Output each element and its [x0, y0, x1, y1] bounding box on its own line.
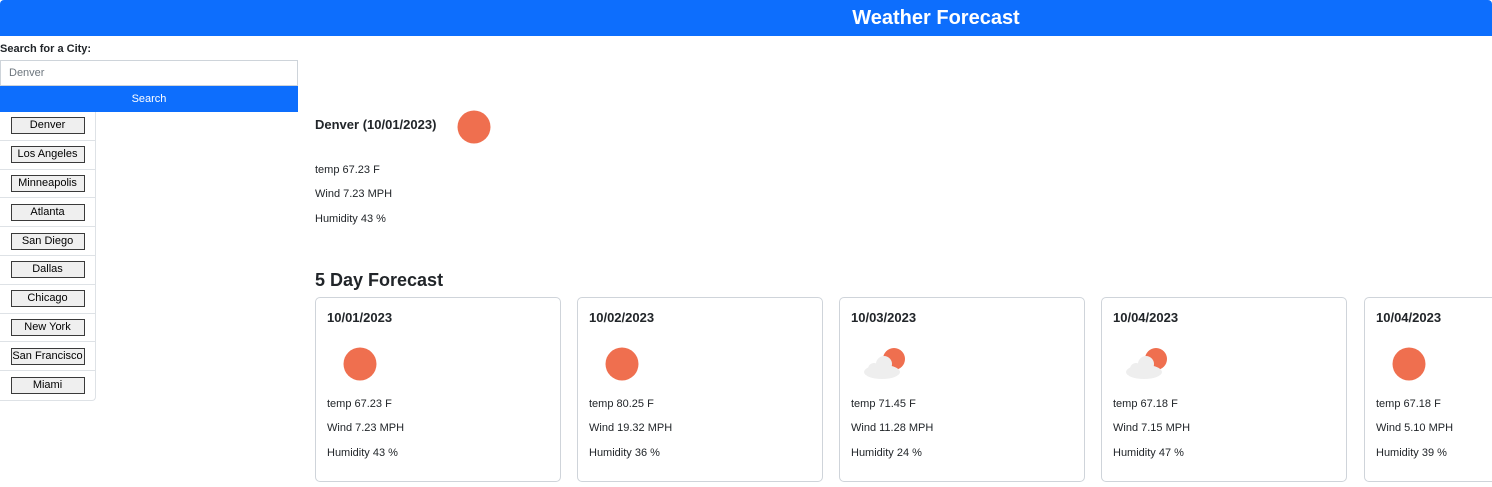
forecast-card: 10/02/2023 temp 80.25 F Wind 19.32 MPH H… [577, 297, 823, 482]
forecast-date: 10/02/2023 [589, 310, 655, 325]
forecast-temp: temp 67.23 F [327, 398, 392, 410]
partly-cloudy-icon [864, 348, 905, 379]
forecast-temp: temp 67.18 F [1113, 398, 1178, 410]
history-button-los-angeles[interactable]: Los Angeles [10, 146, 85, 164]
history-button-dallas[interactable]: Dallas [10, 261, 85, 279]
history-button-new-york[interactable]: New York [10, 318, 85, 336]
history-button-denver[interactable]: Denver [10, 117, 85, 135]
forecast-humidity: Humidity 39 % [1376, 447, 1447, 459]
sun-icon [605, 347, 639, 381]
history-button-san-francisco[interactable]: San Francisco [10, 347, 85, 365]
search-button[interactable]: Search [0, 86, 298, 112]
history-item: New York [0, 314, 95, 343]
partly-cloudy-icon [1126, 348, 1167, 379]
forecast-date: 10/04/2023 [1113, 310, 1179, 325]
history-item: Los Angeles [0, 141, 95, 170]
forecast-humidity: Humidity 36 % [589, 447, 660, 459]
history-button-minneapolis[interactable]: Minneapolis [10, 174, 85, 192]
forecast-wind: Wind 5.10 MPH [1376, 422, 1454, 434]
forecast-temp: temp 80.25 F [589, 398, 654, 410]
history-item: Chicago [0, 285, 95, 314]
forecast-card: 10/04/2023 temp 67.18 F Wind 5.10 MPH Hu… [1364, 297, 1492, 482]
history-item: Atlanta [0, 198, 95, 228]
forecast-date: 10/04/2023 [1376, 310, 1442, 325]
search-history: Denver Los Angeles Minneapolis Atlanta S… [0, 112, 96, 401]
current-temp: temp 67.23 F [315, 164, 380, 176]
history-button-san-diego[interactable]: San Diego [10, 232, 85, 250]
history-item: Denver [0, 112, 95, 141]
forecast-humidity: Humidity 43 % [327, 447, 398, 459]
sun-icon [457, 110, 491, 144]
sun-icon [343, 347, 377, 381]
search-label: Search for a City: [0, 43, 92, 55]
forecast-date: 10/03/2023 [851, 310, 917, 325]
forecast-temp: temp 67.18 F [1376, 398, 1441, 410]
history-item: San Diego [0, 227, 95, 256]
forecast-temp: temp 71.45 F [851, 398, 916, 410]
forecast-humidity: Humidity 47 % [1113, 447, 1184, 459]
forecast-card: 10/03/2023 temp 71.45 F Wind 11.28 MPH H… [839, 297, 1085, 482]
forecast-humidity: Humidity 24 % [851, 447, 922, 459]
forecast-card: 10/04/2023 temp 67.18 F Wind 7.15 MPH Hu… [1101, 297, 1347, 482]
history-item: Minneapolis [0, 170, 95, 199]
history-item: Miami [0, 371, 95, 400]
current-wind: Wind 7.23 MPH [315, 188, 393, 200]
search-input[interactable] [0, 60, 298, 86]
sun-icon [1392, 347, 1426, 381]
history-button-chicago[interactable]: Chicago [10, 290, 85, 308]
history-button-miami[interactable]: Miami [10, 377, 85, 395]
forecast-wind: Wind 7.15 MPH [1113, 422, 1191, 434]
page-title: Weather Forecast [852, 7, 1020, 29]
history-item: Dallas [0, 256, 95, 285]
forecast-date: 10/01/2023 [327, 310, 393, 325]
forecast-wind: Wind 7.23 MPH [327, 422, 405, 434]
history-item: San Francisco [0, 342, 95, 372]
current-humidity: Humidity 43 % [315, 213, 386, 225]
app-header: Weather Forecast [0, 0, 1492, 36]
forecast-card: 10/01/2023 temp 67.23 F Wind 7.23 MPH Hu… [315, 297, 561, 482]
forecast-wind: Wind 19.32 MPH [589, 422, 673, 434]
forecast-heading: 5 Day Forecast [315, 270, 444, 290]
history-button-atlanta[interactable]: Atlanta [10, 203, 85, 221]
current-city-title: Denver (10/01/2023) [315, 117, 437, 132]
forecast-wind: Wind 11.28 MPH [851, 422, 934, 434]
